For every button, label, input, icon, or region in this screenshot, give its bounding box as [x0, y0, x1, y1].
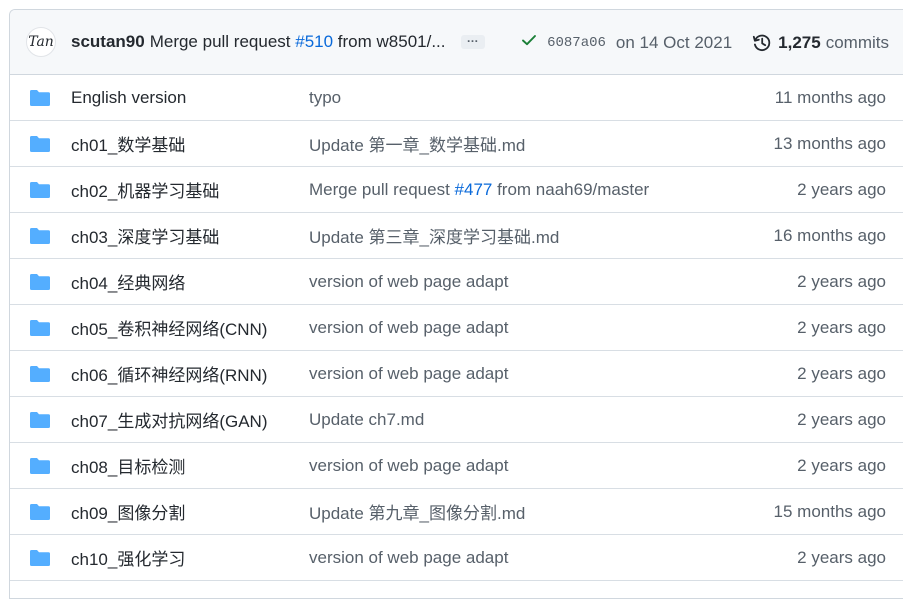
file-commit-age: 2 years ago — [797, 179, 886, 199]
file-list: English version typo 11 months ago ch01_… — [10, 75, 903, 581]
file-name-link[interactable]: ch02_机器学习基础 — [71, 177, 219, 202]
commit-author-link[interactable]: scutan90 — [71, 32, 145, 52]
table-row[interactable]: ch01_数学基础 Update 第一章_数学基础.md 13 months a… — [10, 121, 903, 167]
table-row[interactable]: ch10_强化学习 version of web page adapt 2 ye… — [10, 535, 903, 581]
table-row[interactable]: ch05_卷积神经网络(CNN) version of web page ada… — [10, 305, 903, 351]
folder-icon — [30, 412, 50, 428]
file-commit-message[interactable]: Update 第九章_图像分割.md — [309, 499, 525, 524]
file-commit-age: 2 years ago — [797, 455, 886, 475]
file-commit-age: 11 months ago — [774, 87, 886, 107]
file-commit-message[interactable]: version of web page adapt — [309, 318, 508, 338]
file-commit-message-text: Update ch7.md — [309, 409, 425, 429]
commit-pr-link[interactable]: #510 — [295, 32, 333, 51]
file-commit-message-text: version of web page adapt — [309, 271, 509, 291]
folder-icon — [30, 458, 50, 474]
check-icon[interactable] — [521, 32, 537, 53]
commit-message-suffix: from w8501/... — [333, 32, 446, 51]
file-commit-message-text: version of web page adapt — [309, 317, 509, 337]
latest-commit-message[interactable]: Merge pull request #510 from w8501/... — [150, 32, 446, 52]
commit-sha-link[interactable]: 6087a06 — [547, 35, 606, 51]
file-name-link[interactable]: ch05_卷积神经网络(CNN) — [71, 315, 267, 340]
folder-icon — [30, 90, 50, 106]
table-row[interactable]: English version typo 11 months ago — [10, 75, 903, 121]
file-commit-age: 2 years ago — [797, 317, 886, 337]
file-commit-age: 13 months ago — [773, 133, 886, 153]
file-name-link[interactable]: ch04_经典网络 — [71, 269, 185, 294]
folder-icon — [30, 504, 50, 520]
file-commit-message-text: typo — [309, 87, 342, 107]
file-commit-message[interactable]: Update 第一章_数学基础.md — [309, 131, 525, 156]
file-commit-message[interactable]: typo — [309, 88, 341, 108]
folder-icon — [30, 320, 50, 336]
file-commit-message-text: Update 第三章_深度学习基础.md — [309, 228, 560, 247]
file-name-link[interactable]: ch08_目标检测 — [71, 453, 185, 478]
folder-icon — [30, 136, 50, 152]
file-commit-message[interactable]: version of web page adapt — [309, 456, 508, 476]
file-name-link[interactable]: ch06_循环神经网络(RNN) — [71, 361, 267, 386]
file-commit-message[interactable]: Update ch7.md — [309, 410, 424, 430]
folder-icon — [30, 274, 50, 290]
file-commit-message-text: version of web page adapt — [309, 547, 509, 567]
folder-icon — [30, 228, 50, 244]
commit-message-prefix: Merge pull request — [149, 32, 296, 51]
file-commit-message-text: Merge pull request — [309, 179, 455, 199]
table-row[interactable]: ch07_生成对抗网络(GAN) Update ch7.md 2 years a… — [10, 397, 903, 443]
latest-commit-bar: Tan scutan90 Merge pull request #510 fro… — [10, 10, 903, 75]
file-commit-age: 2 years ago — [797, 363, 886, 383]
file-commit-message-suffix: from naah69/master — [492, 179, 650, 199]
file-name-link[interactable]: ch03_深度学习基础 — [71, 223, 219, 248]
file-commit-message[interactable]: version of web page adapt — [309, 272, 508, 292]
commit-date: on 14 Oct 2021 — [615, 32, 733, 52]
commits-label[interactable]: commits — [826, 33, 889, 53]
table-row[interactable]: ch06_循环神经网络(RNN) version of web page ada… — [10, 351, 903, 397]
file-commit-age: 2 years ago — [797, 547, 886, 567]
file-commit-message-text: version of web page adapt — [309, 363, 509, 383]
file-name-link[interactable]: ch07_生成对抗网络(GAN) — [71, 407, 267, 432]
file-name-link[interactable]: English version — [71, 88, 186, 108]
file-commit-message[interactable]: version of web page adapt — [309, 364, 508, 384]
table-row[interactable]: ch03_深度学习基础 Update 第三章_深度学习基础.md 16 mont… — [10, 213, 903, 259]
table-row[interactable]: ch02_机器学习基础 Merge pull request #477 from… — [10, 167, 903, 213]
expand-message-button[interactable]: … — [460, 32, 485, 49]
file-name-link[interactable]: ch10_强化学习 — [71, 545, 185, 570]
folder-icon — [30, 550, 50, 566]
table-row[interactable]: ch09_图像分割 Update 第九章_图像分割.md 15 months a… — [10, 489, 903, 535]
file-commit-message[interactable]: Merge pull request #477 from naah69/mast… — [309, 180, 649, 200]
file-commit-message[interactable]: Update 第三章_深度学习基础.md — [309, 223, 559, 248]
avatar[interactable]: Tan — [26, 27, 56, 57]
folder-icon — [30, 366, 50, 382]
file-commit-age: 16 months ago — [773, 225, 886, 245]
commit-meta: 6087a06 on 14 Oct 2021 1,275 commits — [521, 10, 889, 75]
history-icon[interactable] — [752, 33, 772, 53]
file-commit-message-text: Update 第九章_图像分割.md — [309, 504, 526, 523]
file-commit-age: 2 years ago — [797, 409, 886, 429]
table-row[interactable]: ch04_经典网络 version of web page adapt 2 ye… — [10, 259, 903, 305]
commits-count[interactable]: 1,275 — [778, 33, 821, 53]
table-row[interactable]: ch08_目标检测 version of web page adapt 2 ye… — [10, 443, 903, 489]
file-name-link[interactable]: ch01_数学基础 — [71, 131, 185, 156]
folder-icon — [30, 182, 50, 198]
file-commit-age: 15 months ago — [773, 501, 886, 521]
file-commit-age: 2 years ago — [797, 271, 886, 291]
file-commit-message-text: Update 第一章_数学基础.md — [309, 136, 526, 155]
file-commit-pr-link[interactable]: #477 — [455, 180, 493, 199]
file-commit-message-text: version of web page adapt — [309, 455, 509, 475]
file-browser: Tan scutan90 Merge pull request #510 fro… — [9, 9, 903, 599]
file-name-link[interactable]: ch09_图像分割 — [71, 499, 185, 524]
file-commit-message[interactable]: version of web page adapt — [309, 548, 508, 568]
